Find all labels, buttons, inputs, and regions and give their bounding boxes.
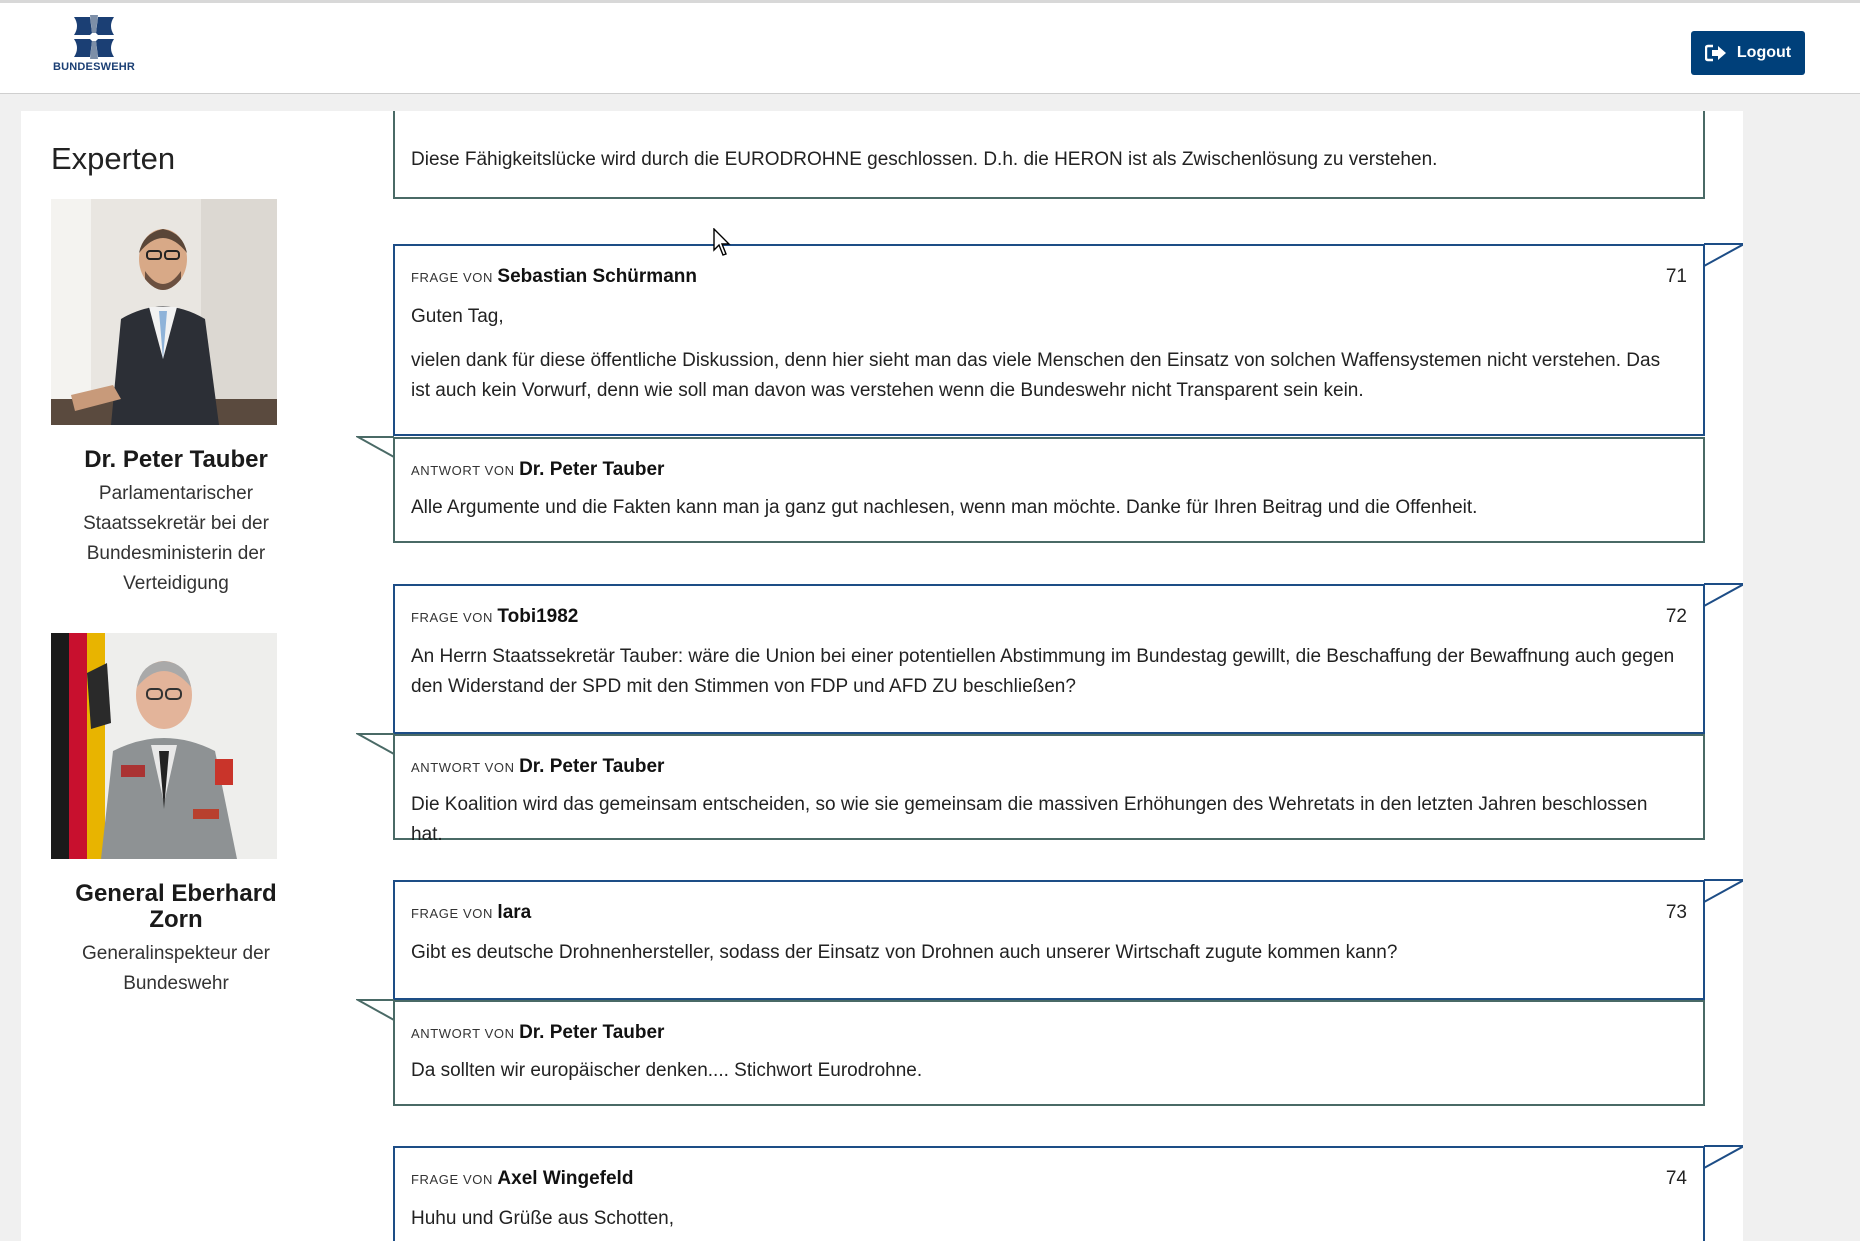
answer-header: Antwort von Dr. Peter Tauber	[411, 756, 664, 778]
question-text: Huhu und Grüße aus Schotten,	[411, 1204, 1683, 1234]
question-paragraph: Gibt es deutsche Drohnenhersteller, soda…	[411, 942, 1398, 963]
question-paragraph: vielen dank für diese öffentliche Diskus…	[411, 350, 1661, 401]
question-text: Gibt es deutsche Drohnenhersteller, soda…	[411, 938, 1683, 968]
question-paragraph: Guten Tag,	[411, 306, 504, 327]
answer-text: Diese Fähigkeitslücke wird durch die EUR…	[411, 149, 1438, 170]
answer-card: Antwort von Dr. Peter Tauber Da sollten …	[393, 1000, 1705, 1106]
question-card: Frage von lara 73 Gibt es deutsche Drohn…	[393, 880, 1705, 1000]
question-label: Frage von	[411, 906, 493, 921]
answer-tail-icon	[356, 999, 395, 1021]
question-author[interactable]: Axel Wingefeld	[497, 1168, 633, 1189]
question-header: Frage von lara	[411, 902, 531, 924]
iron-cross-icon	[74, 15, 114, 59]
question-author[interactable]: lara	[497, 902, 531, 923]
answer-card: Diese Fähigkeitslücke wird durch die EUR…	[393, 111, 1705, 199]
main-panel: Experten Dr. Peter Tauber Parlamentarisc…	[21, 111, 1743, 1241]
question-number: 73	[1665, 902, 1687, 923]
logout-button[interactable]: Logout	[1691, 31, 1805, 75]
question-paragraph: An Herrn Staatssekretär Tauber: wäre die…	[411, 646, 1675, 697]
question-header: Frage von Sebastian Schürmann	[411, 266, 697, 288]
question-paragraph: Huhu und Grüße aus Schotten,	[411, 1208, 674, 1229]
logo-text: BUNDESWEHR	[52, 61, 136, 73]
logout-icon	[1704, 44, 1726, 62]
question-label: Frage von	[411, 270, 493, 285]
question-tail-icon	[1704, 1145, 1743, 1169]
question-header: Frage von Tobi1982	[411, 606, 578, 628]
question-tail-icon	[1704, 243, 1743, 267]
answer-author: Dr. Peter Tauber	[519, 459, 665, 480]
answer-tail-icon	[356, 436, 395, 458]
mouse-cursor-icon	[713, 228, 731, 256]
question-label: Frage von	[411, 1172, 493, 1187]
answer-label: Antwort von	[411, 1026, 515, 1041]
answer-card: Antwort von Dr. Peter Tauber Die Koaliti…	[393, 734, 1705, 845]
question-label: Frage von	[411, 610, 493, 625]
question-tail-icon	[1704, 879, 1743, 903]
question-text: An Herrn Staatssekretär Tauber: wäre die…	[411, 642, 1683, 702]
question-card: Frage von Tobi1982 72 An Herrn Staatssek…	[393, 584, 1705, 734]
question-text: Guten Tag, vielen dank für diese öffentl…	[411, 302, 1683, 406]
answer-text: Alle Argumente und die Fakten kann man j…	[411, 497, 1478, 518]
answer-header: Antwort von Dr. Peter Tauber	[411, 1022, 664, 1044]
top-header: BUNDESWEHR Logout	[0, 0, 1860, 94]
answer-header: Antwort von Dr. Peter Tauber	[411, 459, 664, 481]
answer-text: Da sollten wir europäischer denken.... S…	[411, 1060, 923, 1081]
answer-text: Die Koalition wird das gemeinsam entsche…	[411, 794, 1648, 845]
answer-author: Dr. Peter Tauber	[519, 1022, 665, 1043]
question-card: Frage von Axel Wingefeld 74 Huhu und Grü…	[393, 1146, 1705, 1241]
question-author[interactable]: Sebastian Schürmann	[497, 266, 697, 287]
answer-tail-icon	[356, 733, 395, 755]
question-header: Frage von Axel Wingefeld	[411, 1168, 633, 1190]
logout-label: Logout	[1736, 44, 1792, 61]
question-number: 71	[1665, 266, 1687, 287]
bundeswehr-logo[interactable]: BUNDESWEHR	[52, 15, 136, 81]
answer-card: Antwort von Dr. Peter Tauber Alle Argume…	[393, 437, 1705, 543]
qa-feed: Diese Fähigkeitslücke wird durch die EUR…	[21, 111, 1743, 1241]
answer-author: Dr. Peter Tauber	[519, 756, 665, 777]
question-number: 72	[1665, 606, 1687, 627]
question-card: Frage von Sebastian Schürmann 71 Guten T…	[393, 244, 1705, 436]
answer-label: Antwort von	[411, 463, 515, 478]
question-author[interactable]: Tobi1982	[497, 606, 578, 627]
question-tail-icon	[1704, 583, 1743, 607]
question-number: 74	[1665, 1168, 1687, 1189]
answer-label: Antwort von	[411, 760, 515, 775]
